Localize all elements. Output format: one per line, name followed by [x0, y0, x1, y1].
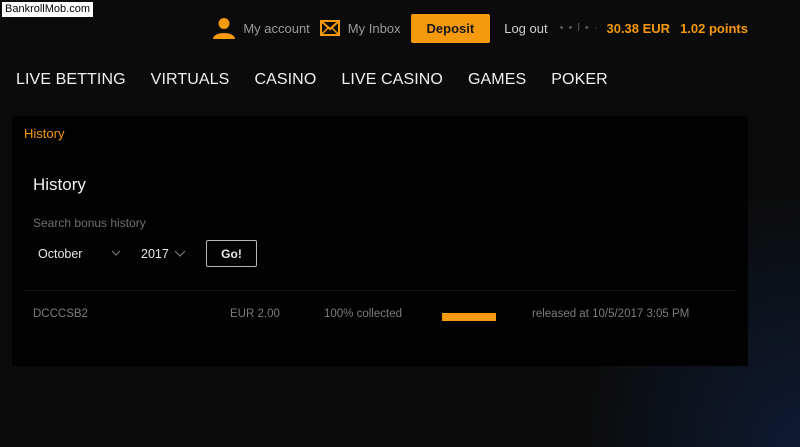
table-row: DCCCSB2 EUR 2.00 100% collected released…	[12, 308, 748, 326]
go-button[interactable]: Go!	[206, 240, 257, 267]
my-inbox-label: My Inbox	[347, 20, 401, 36]
breadcrumb[interactable]: History	[24, 126, 64, 141]
logout-link[interactable]: Log out	[504, 21, 547, 36]
envelope-icon	[319, 20, 340, 36]
year-select[interactable]: 2017	[141, 245, 187, 263]
nav-live-casino[interactable]: LIVE CASINO	[341, 71, 443, 89]
month-select[interactable]: October	[38, 245, 128, 263]
my-account-label: My account	[243, 20, 310, 36]
divider	[24, 290, 736, 291]
bonus-released: released at 10/5/2017 3:05 PM	[532, 308, 690, 320]
year-value: 2017	[141, 247, 169, 261]
nav-games[interactable]: GAMES	[468, 71, 526, 89]
bonus-amount: EUR 2.00	[230, 308, 280, 320]
month-value: October	[38, 247, 83, 261]
balance: 30.38 EUR	[606, 20, 671, 36]
points: 1.02 points	[680, 20, 748, 36]
page-title: History	[33, 175, 86, 194]
username: • • l • ·	[559, 22, 599, 34]
search-label: Search bonus history	[33, 216, 146, 230]
main-nav: LIVE BETTING VIRTUALS CASINO LIVE CASINO…	[16, 70, 633, 90]
my-inbox-link[interactable]: My Inbox	[319, 20, 401, 36]
nav-virtuals[interactable]: VIRTUALS	[151, 71, 230, 89]
progress-bar	[442, 313, 496, 321]
history-panel: History History Search bonus history Oct…	[12, 116, 748, 366]
bonus-status: 100% collected	[324, 308, 402, 320]
progress-fill	[442, 313, 496, 321]
bonus-code: DCCCSB2	[33, 308, 88, 320]
deposit-button[interactable]: Deposit	[410, 13, 491, 43]
nav-poker[interactable]: POKER	[551, 71, 608, 89]
nav-casino[interactable]: CASINO	[254, 71, 316, 89]
chevron-down-icon	[112, 250, 121, 256]
user-icon	[213, 18, 236, 39]
my-account-link[interactable]: My account	[213, 17, 310, 39]
chevron-down-icon	[174, 250, 186, 257]
top-bar: My account My Inbox Deposit Log out • • …	[0, 12, 800, 44]
nav-live-betting[interactable]: LIVE BETTING	[16, 71, 126, 89]
